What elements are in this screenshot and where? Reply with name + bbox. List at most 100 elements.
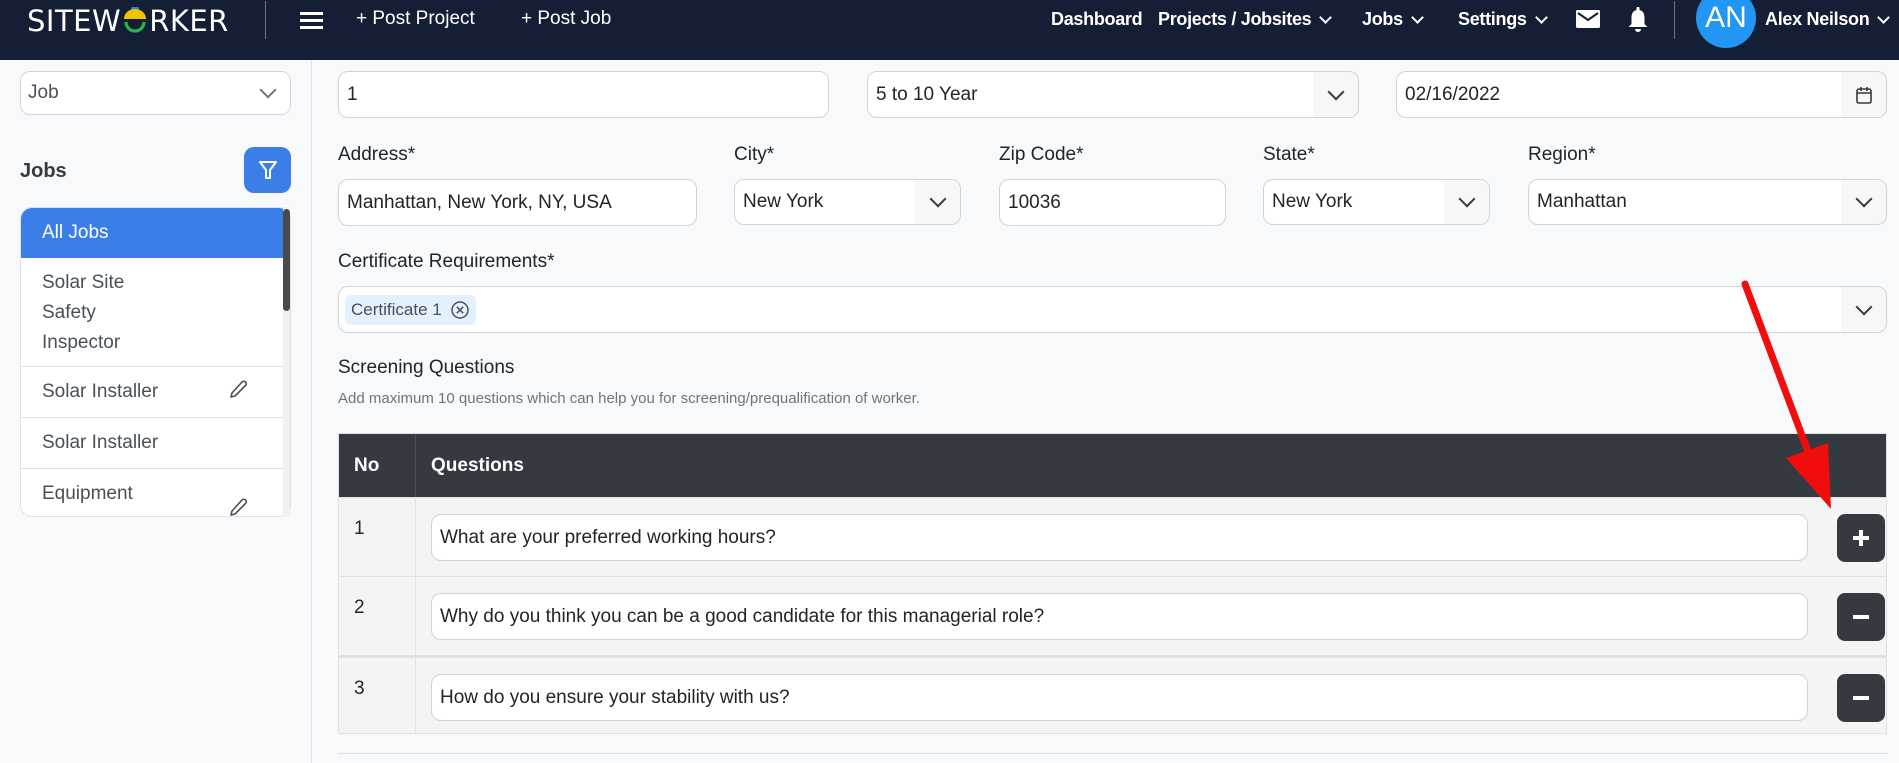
pencil-icon[interactable] [227, 497, 249, 516]
sidebar: Job Jobs All Jobs Solar Site Safety Insp… [0, 60, 312, 763]
add-question-button[interactable] [1837, 514, 1885, 562]
city-value: New York [743, 191, 824, 212]
state-select[interactable]: New York [1263, 179, 1490, 225]
state-label: State* [1263, 144, 1315, 165]
chevron-down-icon [1444, 180, 1489, 224]
hard-hat-icon [122, 7, 148, 35]
screening-title: Screening Questions [338, 357, 515, 378]
scrollbar-thumb[interactable] [283, 209, 290, 311]
address-input[interactable]: Manhattan, New York, NY, USA [338, 179, 697, 226]
question-value: How do you ensure your stability with us… [440, 686, 790, 708]
experience-select[interactable]: 5 to 10 Year [867, 71, 1359, 118]
row-number: 2 [339, 577, 416, 655]
question-value: Why do you think you can be a good candi… [440, 605, 1045, 627]
post-job-link[interactable]: + Post Job [521, 8, 611, 30]
user-avatar[interactable]: AN [1696, 0, 1756, 48]
nav-settings[interactable]: Settings [1458, 9, 1548, 30]
filter-icon [258, 161, 277, 179]
type-select-value: Job [28, 82, 59, 103]
date-picker[interactable]: 02/16/2022 [1396, 71, 1887, 118]
zip-input[interactable]: 10036 [999, 179, 1226, 226]
job-item-label-line: Solar Site [42, 272, 125, 293]
chevron-down-icon [1410, 10, 1424, 24]
sitworker-logo[interactable]: SITEW RKER [27, 3, 229, 39]
type-select[interactable]: Job [20, 71, 291, 115]
experience-value: 5 to 10 Year [876, 83, 978, 105]
job-item-label: All Jobs [42, 222, 109, 243]
openings-value: 1 [347, 83, 358, 105]
job-list-scrollbar[interactable] [283, 207, 290, 517]
logo-text-end: RKER [149, 4, 229, 38]
mail-icon[interactable] [1576, 10, 1600, 28]
certificate-multiselect[interactable]: Certificate 1 [338, 286, 1887, 333]
openings-input[interactable]: 1 [338, 71, 829, 118]
address-value: Manhattan, New York, NY, USA [347, 191, 612, 213]
plus-icon-stroke [1859, 530, 1863, 546]
pencil-icon[interactable] [227, 379, 249, 401]
job-item[interactable]: Solar Installer [21, 418, 284, 469]
post-project-link[interactable]: + Post Project [356, 8, 475, 30]
table-header: No Questions [339, 434, 1886, 497]
job-item-all-jobs[interactable]: All Jobs [21, 208, 284, 258]
job-item[interactable]: Solar Installer [21, 367, 284, 418]
zip-value: 10036 [1008, 191, 1061, 213]
question-input[interactable]: How do you ensure your stability with us… [431, 674, 1808, 721]
table-row: 2 Why do you think you can be a good can… [339, 576, 1886, 655]
nav-dashboard[interactable]: Dashboard [1051, 9, 1143, 30]
region-select[interactable]: Manhattan [1528, 179, 1887, 225]
header-divider [265, 1, 266, 39]
state-value: New York [1272, 191, 1353, 212]
zip-label: Zip Code* [999, 144, 1084, 165]
nav-jobs[interactable]: Jobs [1362, 9, 1424, 30]
nav-jobs-label: Jobs [1362, 9, 1403, 29]
calendar-icon[interactable] [1841, 72, 1886, 117]
chevron-down-icon [1841, 287, 1886, 332]
chevron-down-icon [1313, 72, 1358, 117]
question-input[interactable]: What are your preferred working hours? [431, 514, 1808, 561]
job-item-label-line: Safety [42, 302, 96, 323]
question-input[interactable]: Why do you think you can be a good candi… [431, 593, 1808, 640]
screening-hint: Add maximum 10 questions which can help … [338, 390, 920, 407]
job-form: 1 5 to 10 Year 02/16/2022 Address* City*… [313, 60, 1899, 763]
remove-chip-icon[interactable] [450, 300, 470, 320]
remove-question-button[interactable] [1837, 674, 1885, 722]
job-item-label: Equipment [42, 483, 133, 504]
hamburger-icon[interactable] [300, 12, 323, 29]
question-value: What are your preferred working hours? [440, 526, 776, 548]
job-item[interactable]: Equipment [21, 469, 284, 516]
user-name: Alex Neilson [1765, 9, 1870, 29]
minus-icon [1853, 696, 1869, 700]
chevron-down-icon [1534, 10, 1548, 24]
jobs-heading: Jobs [20, 160, 67, 182]
row-number: 1 [339, 498, 416, 576]
region-value: Manhattan [1537, 191, 1627, 212]
certificate-chip-label: Certificate 1 [351, 299, 442, 319]
chevron-down-icon [1841, 180, 1886, 224]
header-divider [1674, 1, 1675, 39]
chevron-down-icon [1319, 10, 1333, 24]
bell-icon[interactable] [1627, 7, 1649, 33]
row-number: 3 [339, 658, 416, 733]
chevron-down-icon [1877, 10, 1891, 24]
nav-projects-jobsites[interactable]: Projects / Jobsites [1158, 9, 1333, 30]
job-item[interactable]: Solar Site Safety Inspector [21, 258, 284, 367]
nav-dashboard-label: Dashboard [1051, 9, 1143, 29]
remove-question-button[interactable] [1837, 593, 1885, 641]
job-item-label: Solar Installer [42, 381, 159, 402]
screening-questions-table: No Questions 1 What are your preferred w… [338, 433, 1887, 734]
job-item-label-line: Inspector [42, 332, 121, 353]
date-value: 02/16/2022 [1405, 83, 1501, 105]
filter-button[interactable] [244, 147, 291, 193]
user-menu[interactable]: Alex Neilson [1765, 9, 1891, 30]
job-list: All Jobs Solar Site Safety Inspector Sol… [20, 207, 291, 517]
chevron-down-icon [915, 180, 960, 224]
column-questions: Questions [431, 454, 524, 476]
city-select[interactable]: New York [734, 179, 961, 225]
chevron-down-icon [245, 72, 290, 114]
section-divider [338, 753, 1887, 754]
address-label: Address* [338, 144, 416, 165]
certificate-chip: Certificate 1 [345, 294, 476, 325]
table-row: 3 How do you ensure your stability with … [339, 655, 1886, 733]
table-row: 1 What are your preferred working hours? [339, 497, 1886, 576]
nav-projects-label: Projects / Jobsites [1158, 9, 1312, 29]
